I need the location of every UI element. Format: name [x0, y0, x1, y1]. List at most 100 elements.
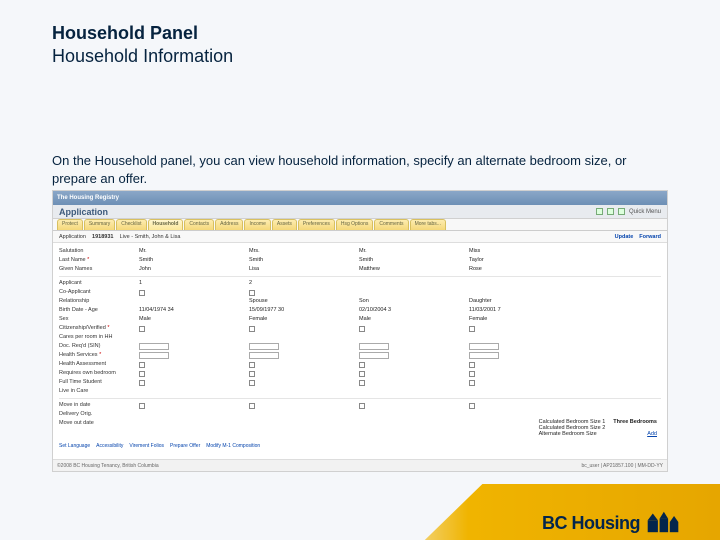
house-icon [646, 510, 680, 534]
household-grid: SalutationMr.Mrs.Mr.Miss Last Name *Smit… [53, 243, 667, 430]
label-birth-age: Birth Date - Age [59, 306, 139, 315]
cell: Smith [359, 256, 469, 265]
cell: 1 [139, 279, 249, 288]
checkbox[interactable] [359, 380, 365, 386]
app-window-header: The Housing Registry [53, 191, 667, 205]
checkbox[interactable] [139, 371, 145, 377]
label-move-out: Move out date [59, 419, 139, 428]
checkbox[interactable] [249, 380, 255, 386]
label-salutation: Salutation [59, 247, 139, 256]
update-link[interactable]: Update [615, 234, 634, 240]
quick-menu-label: Quick Menu [629, 209, 661, 215]
checkbox[interactable] [469, 362, 475, 368]
checkbox[interactable] [249, 371, 255, 377]
app-id-status: Live - Smith, John & Lisa [120, 234, 181, 240]
label-health-assess: Health Assessment [59, 360, 139, 369]
label-relationship: Relationship [59, 297, 139, 306]
text-input[interactable] [139, 343, 169, 350]
cell: Male [139, 315, 249, 324]
tab-income[interactable]: Income [244, 219, 270, 230]
checkbox[interactable] [249, 326, 255, 332]
text-input[interactable] [359, 352, 389, 359]
text-input[interactable] [249, 352, 279, 359]
add-alt-bedroom-link[interactable]: Add [647, 431, 657, 437]
checkbox[interactable] [249, 290, 255, 296]
link-set-language[interactable]: Set Language [59, 443, 90, 449]
slide-title: Household Panel Household Information [52, 22, 233, 69]
checkbox[interactable] [249, 362, 255, 368]
cell: Daughter [469, 297, 579, 306]
tab-hsg-options[interactable]: Hsg Options [336, 219, 374, 230]
quick-menu-icon[interactable] [596, 208, 603, 215]
cell: Smith [139, 256, 249, 265]
link-modify-m1[interactable]: Modify M-1 Composition [206, 443, 260, 449]
label-move-in: Move in date [59, 401, 139, 410]
app-footer: ©2008 BC Housing Tenancy, British Columb… [53, 459, 667, 471]
checkbox[interactable] [139, 380, 145, 386]
label-delivery: Delivery Orig. [59, 410, 139, 419]
checkbox[interactable] [469, 380, 475, 386]
quick-menu-icon[interactable] [618, 208, 625, 215]
cell: Mr. [139, 247, 249, 256]
cell: Mr. [359, 247, 469, 256]
tab-assets[interactable]: Assets [272, 219, 297, 230]
link-virement[interactable]: Virement Folios [129, 443, 164, 449]
checkbox[interactable] [139, 403, 145, 409]
cell: Female [249, 315, 359, 324]
cell [249, 290, 359, 296]
text-input[interactable] [469, 352, 499, 359]
label-co-applicant: Co-Applicant [59, 288, 139, 297]
calc-bedroom-panel: Calculated Bedroom Size 1Three Bedrooms … [539, 419, 657, 437]
app-title: Application [59, 207, 108, 217]
checkbox[interactable] [359, 362, 365, 368]
label-ft-student: Full Time Student [59, 378, 139, 387]
checkbox[interactable] [139, 326, 145, 332]
checkbox[interactable] [469, 403, 475, 409]
checkbox[interactable] [139, 290, 145, 296]
slide-footer-strip: BC Housing [0, 484, 720, 540]
label-docs: Doc. Req'd (SIN) [59, 342, 139, 351]
label-given-names: Given Names [59, 265, 139, 274]
brand-text: BC Housing [542, 513, 640, 534]
link-prepare-offer[interactable]: Prepare Offer [170, 443, 200, 449]
cell: Rose [469, 265, 579, 274]
text-input[interactable] [469, 343, 499, 350]
checkbox[interactable] [469, 326, 475, 332]
tab-more[interactable]: More tabs... [410, 219, 446, 230]
tab-summary[interactable]: Summary [84, 219, 115, 230]
tab-preferences[interactable]: Preferences [298, 219, 335, 230]
text-input[interactable] [139, 352, 169, 359]
text-input[interactable] [249, 343, 279, 350]
checkbox[interactable] [359, 326, 365, 332]
checkbox[interactable] [139, 362, 145, 368]
cell: Smith [249, 256, 359, 265]
label-health-svc: Health Services * [59, 351, 139, 360]
cell: 11/04/1974 34 [139, 306, 249, 315]
quick-menu-icon[interactable] [607, 208, 614, 215]
forward-link[interactable]: Forward [639, 234, 661, 240]
label-citizenship: Citizenship/Verified * [59, 324, 139, 333]
checkbox[interactable] [359, 371, 365, 377]
cell: Mrs. [249, 247, 359, 256]
text-input[interactable] [359, 343, 389, 350]
label-cares: Cares per room in HH [59, 333, 139, 342]
tab-protect[interactable]: Protect [57, 219, 83, 230]
app-screenshot: The Housing Registry Application Quick M… [52, 190, 668, 472]
app-toolbar: Application 1918931 Live - Smith, John &… [53, 231, 667, 243]
link-accessibility[interactable]: Accessibility [96, 443, 123, 449]
app-id-label: Application [59, 234, 86, 240]
cell: 15/09/1977 30 [249, 306, 359, 315]
footer-session: bc_user | AP21857.100 | MM-DD-YY [581, 463, 663, 469]
tab-contacts[interactable]: Contacts [184, 219, 214, 230]
checkbox[interactable] [469, 371, 475, 377]
tab-household[interactable]: Household [148, 219, 184, 230]
quick-menu[interactable]: Quick Menu [596, 208, 661, 215]
title-line-1: Household Panel [52, 22, 233, 45]
checkbox[interactable] [249, 403, 255, 409]
cell: Taylor [469, 256, 579, 265]
label-live-in: Live in Care [59, 387, 139, 396]
tab-address[interactable]: Address [215, 219, 243, 230]
tab-checklist[interactable]: Checklist [116, 219, 146, 230]
tab-comments[interactable]: Comments [374, 219, 408, 230]
checkbox[interactable] [359, 403, 365, 409]
